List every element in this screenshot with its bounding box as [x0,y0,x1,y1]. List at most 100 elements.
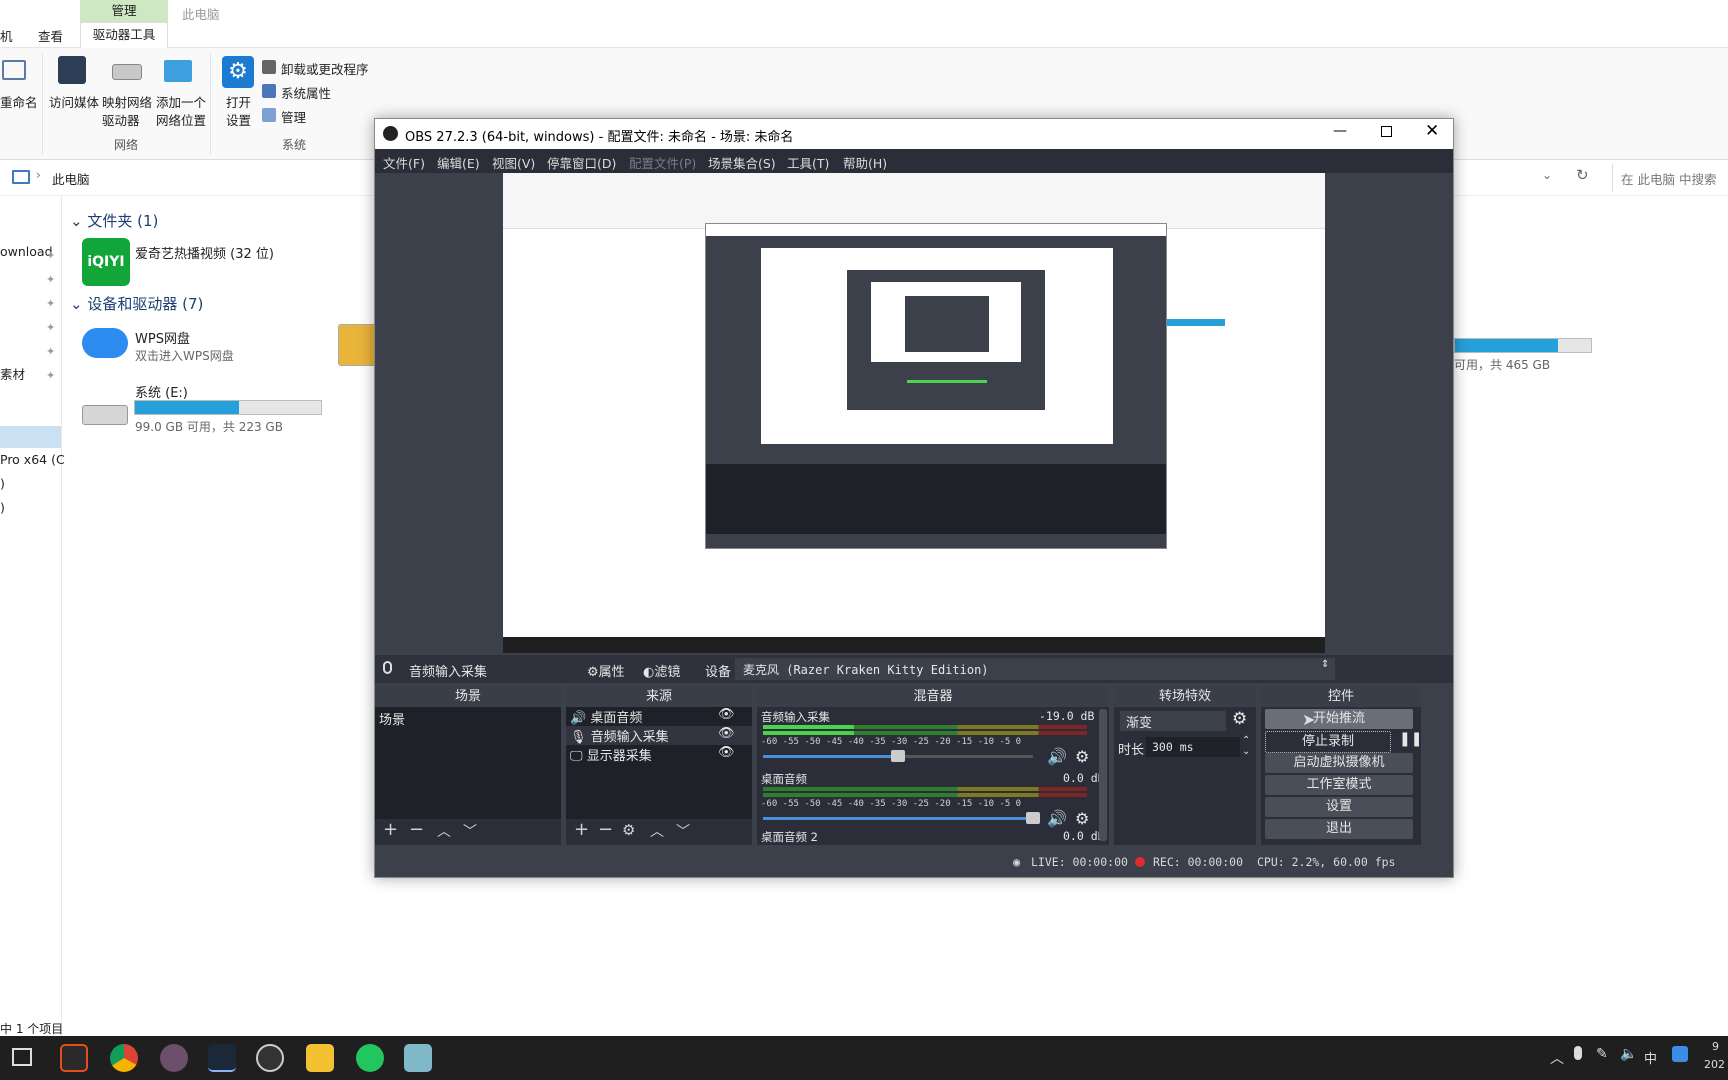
add-icon[interactable]: + [383,819,398,840]
drive-e-name[interactable]: 系统 (E:) [135,382,188,401]
menu-help[interactable]: 帮助(H) [843,153,887,172]
start-virtual-camera-button[interactable]: 启动虚拟摄像机 [1265,753,1413,773]
menu-file[interactable]: 文件(F) [383,153,425,172]
map-drive-button[interactable]: 映射网络 [102,92,152,111]
tray-pen-icon[interactable]: ✎ [1596,1046,1608,1062]
start-streaming-button[interactable]: 开始推流 [1265,709,1413,729]
remove-icon[interactable]: − [409,819,424,840]
menu-docks[interactable]: 停靠窗口(D) [547,153,616,172]
tab-manage-header[interactable]: 管理 [80,0,168,22]
system-properties-button[interactable]: 系统属性 [281,83,331,102]
devices-header[interactable]: ⌄ 设备和驱动器 (7) [70,293,203,314]
gear-icon[interactable]: ⚙ [1075,747,1089,766]
green-app-icon[interactable] [356,1044,384,1072]
source-item[interactable]: 🔊 桌面音频 👁 [570,707,752,726]
chrome-icon[interactable] [110,1044,138,1072]
obs-preview[interactable] [375,173,1453,773]
menu-tools[interactable]: 工具(T) [787,153,829,172]
move-down-icon[interactable]: ﹀ [676,821,690,841]
refresh-icon[interactable]: ↻ [1576,166,1589,184]
move-down-icon[interactable]: ﹀ [463,821,477,841]
transition-select[interactable]: 渐变 [1120,711,1226,731]
remove-icon[interactable]: − [598,819,613,840]
source-item[interactable]: 🎙 音频输入采集 👁 [566,726,752,745]
open-settings-button-line2[interactable]: 设置 [226,110,251,129]
steam-icon[interactable] [208,1044,236,1072]
clock-time[interactable]: 9 [1712,1040,1719,1053]
source-item[interactable]: 🖵 显示器采集 👁 [570,745,752,764]
add-network-location-button[interactable]: 添加一个 [156,92,206,111]
folders-header[interactable]: ⌄ 文件夹 (1) [70,210,158,231]
minimize-icon[interactable]: — [1333,123,1347,139]
move-up-icon[interactable]: ︿ [437,821,451,841]
nav-item-download[interactable]: ownload [0,244,53,259]
tray-up-arrow-icon[interactable]: ︿ [1550,1048,1564,1068]
device-select[interactable]: 麦克风 (Razer Kraken Kitty Edition) [735,658,1335,680]
speaker-icon[interactable]: 🔊 [1047,747,1067,766]
channel-meter [763,731,1087,735]
open-settings-button[interactable]: 打开 [226,92,251,111]
volume-slider-handle[interactable] [1026,812,1040,824]
mixer-scrollbar[interactable] [1099,709,1107,841]
studio-mode-button[interactable]: 工作室模式 [1265,775,1413,795]
duration-stepper-icon[interactable]: ⌃ ⌄ [1242,735,1250,757]
manage-button[interactable]: 管理 [281,107,306,126]
volume-slider-handle[interactable] [891,750,905,762]
tray-app-icon[interactable] [1672,1046,1688,1062]
nav-item-drive-d[interactable]: ) [0,476,5,491]
visibility-eye-icon[interactable]: 👁 [718,745,735,760]
access-media-button[interactable]: 访问媒体 [49,92,99,111]
move-up-icon[interactable]: ︿ [650,821,664,841]
obs-title-bar[interactable]: OBS 27.2.3 (64-bit, windows) - 配置文件: 未命名… [375,119,1453,149]
notes-app-icon[interactable] [404,1044,432,1072]
speaker-icon[interactable]: 🔊 [1047,809,1067,828]
avatar-app-icon[interactable] [160,1044,188,1072]
tray-volume-icon[interactable]: 🔈 [1620,1046,1637,1062]
gear-icon[interactable]: ⚙ [1232,709,1247,729]
add-icon[interactable]: + [574,819,589,840]
nav-item-selected[interactable] [0,426,61,448]
menu-scene-collection[interactable]: 场景集合(S) [708,153,776,172]
maximize-icon[interactable] [1381,126,1392,137]
menu-profile[interactable]: 配置文件(P) [629,153,696,172]
duration-input[interactable]: 300 ms [1146,737,1240,757]
tab-view[interactable]: 查看 [38,26,63,45]
g-app-icon[interactable] [60,1044,88,1072]
device-select-arrow-icon[interactable]: ⇕ [1321,659,1329,670]
add-network-location-button-line2[interactable]: 网络位置 [156,110,206,129]
filters-button[interactable]: ◐滤镜 [643,661,680,680]
rename-button[interactable]: 重命名 [0,92,38,111]
pause-icon[interactable]: ❚❚ [1399,731,1422,747]
clock-date[interactable]: 202 [1704,1058,1725,1071]
tab-drive-tools[interactable]: 驱动器工具 [80,22,168,48]
exit-button[interactable]: 退出 [1265,819,1413,839]
volume-slider-track[interactable] [763,817,1033,820]
map-drive-button-line2[interactable]: 驱动器 [102,110,140,129]
settings-button[interactable]: 设置 [1265,797,1413,817]
scene-item[interactable]: 场景 [379,709,405,728]
gear-icon[interactable]: ⚙ [1075,809,1089,828]
nav-item-drive-c[interactable]: Pro x64 (C [0,452,65,467]
file-explorer-icon[interactable] [306,1044,334,1072]
folder-item-iqiyi[interactable]: 爱奇艺热播视频 (32 位) [135,243,274,262]
search-input[interactable]: 在 此电脑 中搜索 [1612,164,1728,192]
address-path[interactable]: 此电脑 [52,169,90,188]
properties-button[interactable]: ⚙属性 [587,661,625,680]
address-dropdown-icon[interactable]: ⌄ [1542,168,1552,182]
obs-taskbar-icon[interactable] [256,1044,284,1072]
task-view-icon[interactable] [12,1048,32,1066]
tray-mic-icon[interactable] [1574,1046,1582,1060]
gear-icon[interactable]: ⚙ [622,821,635,839]
stop-recording-button[interactable]: 停止录制 [1265,731,1391,753]
tab-partial[interactable]: 机 [0,26,13,45]
nav-item-material[interactable]: 素材 [0,364,25,383]
menu-view[interactable]: 视图(V) [492,153,535,172]
ime-indicator[interactable]: 中 [1644,1048,1657,1067]
close-icon[interactable]: ✕ [1425,121,1439,141]
visibility-eye-icon[interactable]: 👁 [718,726,735,741]
nav-item-drive-f[interactable]: ) [0,500,5,515]
visibility-eye-icon[interactable]: 👁 [718,707,735,722]
wps-drive-name[interactable]: WPS网盘 [135,328,190,347]
uninstall-button[interactable]: 卸载或更改程序 [281,59,369,78]
menu-edit[interactable]: 编辑(E) [437,153,480,172]
